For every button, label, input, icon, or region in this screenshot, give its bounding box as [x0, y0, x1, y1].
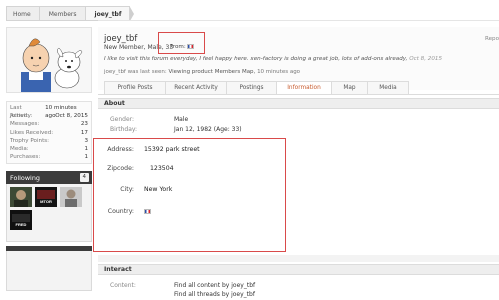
- status-date[interactable]: Oct 8, 2015: [409, 56, 442, 62]
- profile-username: joey_tbf: [104, 33, 138, 43]
- stat-messages[interactable]: Messages: 23: [10, 120, 88, 128]
- country-label: Country:: [107, 208, 134, 215]
- following-list: MTOR FRED: [6, 184, 92, 243]
- birthday-label: Birthday:: [110, 126, 138, 133]
- stat-purchases: Purchases: 1: [10, 153, 88, 161]
- breadcrumb-members[interactable]: Members: [38, 6, 90, 21]
- thumb-caption: FRED: [16, 222, 27, 227]
- find-threads-link[interactable]: Find all threads by joey_tbf: [174, 291, 255, 298]
- following-header[interactable]: Following 4: [6, 171, 92, 185]
- last-seen-prefix: joey_tbf was last seen:: [104, 69, 167, 75]
- france-flag-icon: [187, 44, 194, 49]
- breadcrumb-divider: [98, 20, 499, 21]
- about-heading: About: [98, 98, 499, 109]
- user-avatar-icon: FRED: [10, 210, 32, 231]
- address-label: Address:: [107, 146, 134, 153]
- stat-label: Joined:: [10, 113, 30, 120]
- breadcrumb-members-label: Members: [48, 11, 77, 18]
- user-avatar-icon: [10, 187, 32, 208]
- stat-value: 1: [84, 154, 88, 161]
- section-spacer: [98, 255, 499, 262]
- following-avatar[interactable]: [10, 187, 32, 208]
- tab-information[interactable]: Information: [276, 81, 332, 95]
- stat-value: 17: [80, 129, 88, 136]
- following-title: Following: [10, 173, 40, 182]
- city-label: City:: [120, 186, 134, 193]
- tab-recent-activity[interactable]: Recent Activity: [165, 81, 227, 95]
- last-seen-time: 10 minutes ago: [257, 69, 301, 75]
- france-flag-icon: [144, 209, 151, 214]
- stat-label: Messages:: [10, 121, 40, 128]
- address-value: 15392 park street: [144, 146, 200, 153]
- breadcrumb-current[interactable]: joey_tbf: [84, 6, 135, 21]
- following-avatar[interactable]: MTOR: [35, 187, 57, 208]
- gender-value: Male: [174, 116, 189, 123]
- stat-label: Trophy Points:: [10, 137, 50, 144]
- stat-label: Media:: [10, 145, 29, 152]
- tab-postings[interactable]: Postings: [226, 81, 277, 95]
- stat-media[interactable]: Media: 1: [10, 145, 88, 153]
- breadcrumb-current-label: joey_tbf: [94, 11, 122, 18]
- stat-value: Oct 8, 2015: [55, 113, 88, 120]
- last-seen: joey_tbf was last seen: Viewing product …: [104, 69, 300, 75]
- stat-value: 3: [84, 137, 88, 144]
- following-avatar[interactable]: [60, 187, 82, 208]
- following-avatar[interactable]: FRED: [10, 210, 32, 231]
- avatar[interactable]: [6, 27, 92, 93]
- last-seen-activity[interactable]: Viewing product Members Map,: [169, 69, 256, 75]
- breadcrumb-home-label: Home: [13, 11, 31, 18]
- stat-last-activity: Last Activity: 10 minutes ago: [10, 104, 88, 120]
- tab-media[interactable]: Media: [367, 81, 409, 95]
- custom-fields-highlight-box: [93, 138, 286, 252]
- stat-value: 1: [84, 145, 88, 152]
- following-count-badge: 4: [79, 173, 89, 183]
- stat-label: Purchases:: [10, 154, 41, 161]
- city-value: New York: [144, 186, 173, 193]
- avatar-illustration-icon: [21, 38, 83, 92]
- sidebar-block-body: [6, 251, 92, 292]
- member-stats: Last Activity: 10 minutes ago Joined: Oct …: [6, 101, 92, 165]
- content-label: Content:: [110, 282, 136, 289]
- zipcode-value: 123504: [150, 165, 174, 172]
- status-text: I like to visit this forum everyday, I f…: [104, 56, 408, 62]
- tabs-divider: [98, 94, 499, 95]
- stat-likes: Likes Received: 17: [10, 129, 88, 137]
- interact-heading: Interact: [98, 264, 499, 275]
- user-avatar-icon: [60, 187, 82, 208]
- user-avatar-icon: MTOR: [35, 187, 57, 208]
- stat-label: Likes Received:: [10, 129, 54, 136]
- status-message: I like to visit this forum everyday, I f…: [104, 56, 442, 62]
- find-content-link[interactable]: Find all content by joey_tbf: [174, 282, 255, 289]
- report-link[interactable]: Repo: [485, 36, 499, 42]
- breadcrumb: Home Members joey_tbf: [6, 6, 135, 21]
- stat-value: 23: [80, 121, 88, 128]
- thumb-caption: MTOR: [40, 199, 52, 204]
- stat-trophy-points[interactable]: Trophy Points: 3: [10, 137, 88, 145]
- tab-profile-posts[interactable]: Profile Posts: [104, 81, 166, 95]
- gender-label: Gender:: [110, 116, 135, 123]
- profile-tabs: Profile Posts Recent Activity Postings I…: [104, 81, 409, 95]
- birthday-value: Jan 12, 1982 (Age: 33): [174, 126, 242, 133]
- from-label: From:: [170, 44, 186, 50]
- tab-map[interactable]: Map: [331, 81, 368, 95]
- profile-sidebar: Last Activity: 10 minutes ago Joined: Oct …: [6, 27, 92, 292]
- from-highlight-box: [158, 32, 205, 54]
- breadcrumb-home[interactable]: Home: [6, 6, 44, 21]
- stat-value: 10 minutes ago: [45, 105, 77, 120]
- zipcode-label: Zipcode:: [107, 165, 134, 172]
- stat-label: Last Activity:: [10, 105, 33, 120]
